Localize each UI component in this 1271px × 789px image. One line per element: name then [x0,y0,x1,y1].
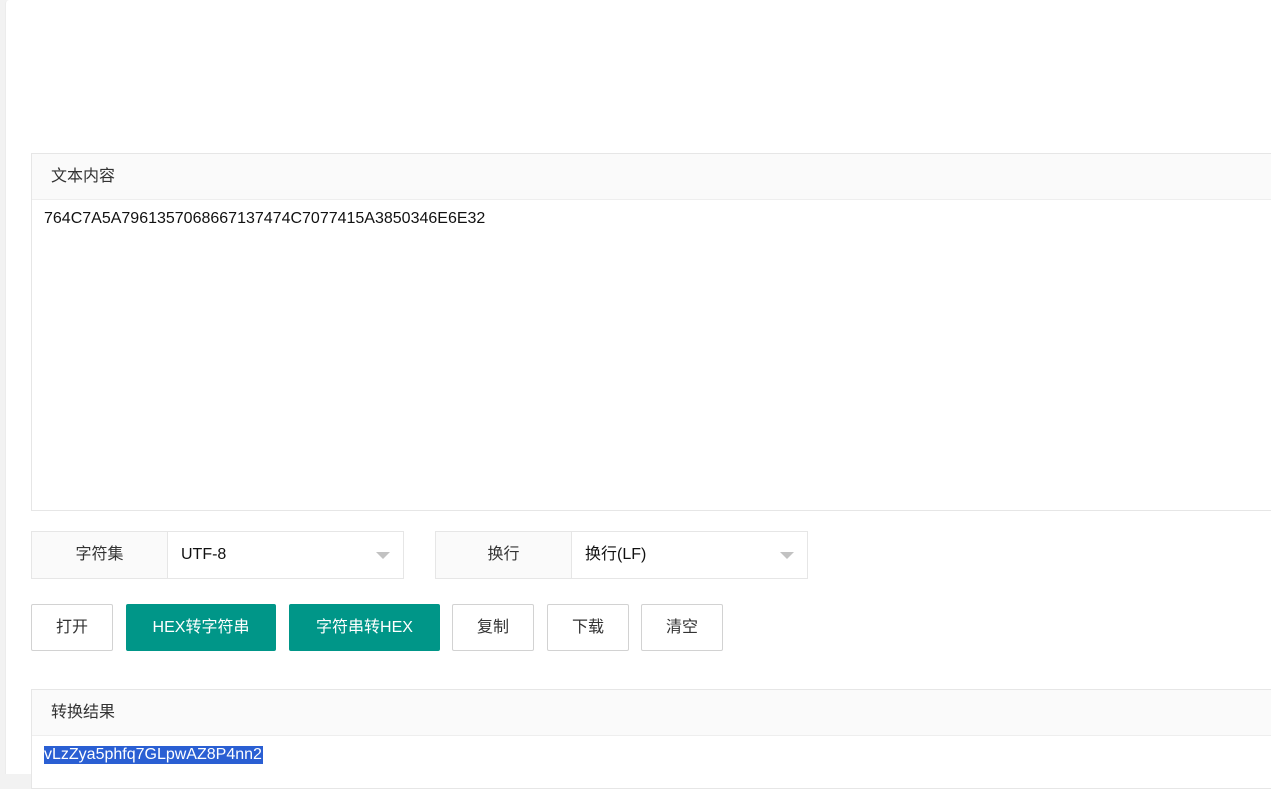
charset-select[interactable]: UTF-8 [168,532,403,578]
string-to-hex-button[interactable]: 字符串转HEX [289,604,440,651]
result-panel: 转换结果 vLzZya5phfq7GLpwAZ8P4nn2 [31,689,1271,789]
charset-label: 字符集 [32,532,168,578]
input-panel-title: 文本内容 [32,154,1271,200]
input-textarea[interactable]: 764C7A5A7961357068667137474C7077415A3850… [32,200,1271,238]
clear-button[interactable]: 清空 [641,604,723,651]
open-button[interactable]: 打开 [31,604,113,651]
charset-select-group: 字符集 UTF-8 [31,531,404,579]
result-panel-title: 转换结果 [32,690,1271,736]
newline-select[interactable]: 换行(LF) [572,532,807,578]
newline-selected-value: 换行(LF) [585,546,647,563]
newline-select-group: 换行 换行(LF) [435,531,808,579]
input-panel: 文本内容 764C7A5A7961357068667137474C7077415… [31,153,1271,511]
charset-selected-value: UTF-8 [181,546,227,563]
hex-to-string-button[interactable]: HEX转字符串 [126,604,276,651]
chevron-down-icon [780,552,794,559]
download-button[interactable]: 下载 [547,604,629,651]
page-container: 文本内容 764C7A5A7961357068667137474C7077415… [5,0,1271,789]
copy-button[interactable]: 复制 [452,604,534,651]
result-textarea[interactable]: vLzZya5phfq7GLpwAZ8P4nn2 [32,736,1271,774]
chevron-down-icon [376,552,390,559]
newline-label: 换行 [436,532,572,578]
result-value: vLzZya5phfq7GLpwAZ8P4nn2 [44,746,263,764]
